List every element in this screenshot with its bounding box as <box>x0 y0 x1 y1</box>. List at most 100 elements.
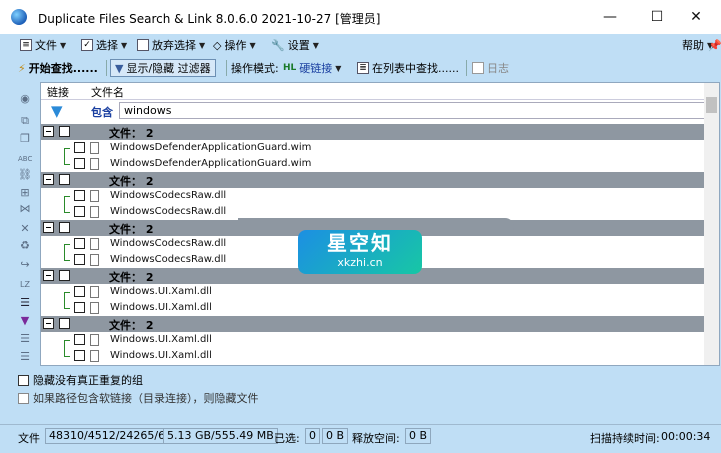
funnel-icon: ▼ <box>51 102 63 120</box>
toggle-filter-label: 显示/隐藏 过滤器 <box>126 62 211 75</box>
col-link-header[interactable]: 链接 <box>47 84 69 100</box>
menu-settings-label: 设置 <box>287 39 310 52</box>
pin-icon[interactable]: 📌 <box>708 37 721 53</box>
menu-file[interactable]: ≡ 文件 ▼ <box>20 37 66 53</box>
list-icon[interactable]: ☰ <box>18 296 32 310</box>
status-free-value: 0 B <box>405 428 432 444</box>
group-label: 文件： 2 <box>109 175 154 188</box>
file-row[interactable]: Windows.UI.Xaml.dll <box>41 300 705 316</box>
file-row[interactable]: WindowsDefenderApplicationGuard.wim <box>41 156 705 172</box>
file-checkbox[interactable] <box>74 302 85 313</box>
menu-deselect[interactable]: 放弃选择 ▼ <box>137 37 205 53</box>
add-copy-icon[interactable]: ⧉ <box>18 114 32 128</box>
group-checkbox[interactable] <box>59 174 70 185</box>
scrollbar-thumb[interactable] <box>706 97 717 113</box>
option-hide-no-real-dup[interactable]: 隐藏没有真正重复的组 <box>18 372 143 388</box>
log-label: 日志 <box>487 62 509 75</box>
status-size-value: 5.13 GB/555.49 MB <box>163 428 278 444</box>
link-icon[interactable]: ⛓ <box>18 168 32 182</box>
dll-file-icon <box>90 190 99 202</box>
filter-input[interactable]: windows <box>119 102 705 119</box>
file-checkbox[interactable] <box>74 350 85 361</box>
file-row[interactable]: WindowsDefenderApplicationGuard.wim <box>41 140 705 157</box>
menu-settings[interactable]: 🔧 设置 ▼ <box>271 37 319 53</box>
file-name: WindowsCodecsRaw.dll <box>110 238 227 249</box>
app-icon <box>11 9 27 25</box>
watermark-logo: 星空知 xkzhi.cn <box>298 230 422 274</box>
toolbar-separator <box>466 60 467 76</box>
file-checkbox[interactable] <box>74 254 85 265</box>
mode-dropdown[interactable]: HL 硬链接 ▼ <box>283 59 341 77</box>
option-hide-soft-links[interactable]: 如果路径包含软链接（目录连接），则隐藏文件 <box>18 390 259 406</box>
group-checkbox[interactable] <box>59 126 70 137</box>
recycle-icon[interactable]: ♻ <box>18 239 32 253</box>
start-search-button[interactable]: ⚡ 开始查找...... <box>18 59 98 77</box>
status-selected-label: 已选: <box>274 432 300 445</box>
delete-x-icon[interactable]: ✕ <box>18 222 32 236</box>
file-checkbox[interactable] <box>74 158 85 169</box>
watermark-url: xkzhi.cn <box>337 256 383 269</box>
file-checkbox[interactable] <box>74 286 85 297</box>
filter-row: ▼ 包含 windows <box>41 100 705 122</box>
sort-icon[interactable]: ☰ <box>18 350 32 364</box>
chevron-down-icon: ▼ <box>60 40 67 50</box>
properties-icon[interactable]: ☰ <box>18 332 32 346</box>
group-checkbox[interactable] <box>59 270 70 281</box>
group-row[interactable]: 文件： 2 <box>41 172 705 188</box>
file-row[interactable]: Windows.UI.Xaml.dll <box>41 332 705 349</box>
file-checkbox[interactable] <box>74 142 85 153</box>
status-selected-size: 0 B <box>322 428 349 444</box>
menu-action[interactable]: ◇ 操作 ▼ <box>213 37 256 53</box>
file-row[interactable]: Windows.UI.Xaml.dll <box>41 348 705 364</box>
grid-header: 链接 文件名 <box>41 83 705 100</box>
collapse-icon[interactable] <box>43 126 54 137</box>
deselect-checkbox-icon <box>137 39 149 51</box>
log-button[interactable]: 日志 <box>472 59 509 77</box>
close-button[interactable]: ✕ <box>676 4 716 30</box>
chevron-down-icon: ▼ <box>249 40 256 50</box>
toggle-filter-button[interactable]: ▼ 显示/隐藏 过滤器 <box>110 59 216 77</box>
collapse-icon[interactable] <box>43 318 54 329</box>
col-filename-header[interactable]: 文件名 <box>91 84 124 100</box>
group-row[interactable]: 文件： 2 <box>41 124 705 140</box>
menu-select[interactable]: ✓ 选择 ▼ <box>81 37 127 53</box>
file-checkbox[interactable] <box>74 190 85 201</box>
link-bracket <box>64 156 70 165</box>
maximize-button[interactable]: ☐ <box>637 4 677 30</box>
hardlink-icon: HL <box>283 63 297 73</box>
minimize-button[interactable]: — <box>590 4 630 30</box>
lz-icon[interactable]: LZ <box>18 278 32 292</box>
group-checkbox[interactable] <box>59 318 70 329</box>
collapse-icon[interactable] <box>43 174 54 185</box>
file-name: WindowsCodecsRaw.dll <box>110 206 227 217</box>
group-row[interactable]: 文件： 2 <box>41 316 705 332</box>
file-icon <box>90 158 99 170</box>
option-checkbox[interactable] <box>18 374 29 386</box>
option-checkbox[interactable] <box>18 392 29 404</box>
group-checkbox[interactable] <box>59 222 70 233</box>
filter-list-icon[interactable]: ▼ <box>18 314 32 328</box>
tree-icon[interactable]: ⊞ <box>18 186 32 200</box>
file-checkbox[interactable] <box>74 206 85 217</box>
copy-icon[interactable]: ❐ <box>18 132 32 146</box>
status-selected-count: 0 <box>305 428 320 444</box>
eye-icon[interactable]: ◉ <box>18 92 32 106</box>
link-bracket <box>64 300 70 309</box>
file-checkbox[interactable] <box>74 334 85 345</box>
dll-file-icon <box>90 238 99 250</box>
collapse-icon[interactable] <box>43 222 54 233</box>
menu-bar: ≡ 文件 ▼ ✓ 选择 ▼ 放弃选择 ▼ ◇ 操作 ▼ 🔧 设置 ▼ 帮助 ▼ … <box>0 34 721 55</box>
file-row[interactable]: Windows.UI.Xaml.dll <box>41 284 705 301</box>
collapse-icon[interactable] <box>43 270 54 281</box>
file-checkbox[interactable] <box>74 238 85 249</box>
status-bar: 文件 48310/4512/24265/6 5.13 GB/555.49 MB … <box>0 424 721 447</box>
abc-icon[interactable]: ABC <box>18 152 32 166</box>
vertical-scrollbar[interactable] <box>704 83 719 365</box>
mode-label: 操作模式: <box>231 62 279 75</box>
file-row[interactable]: WindowsCodecsRaw.dll <box>41 188 705 205</box>
merge-icon[interactable]: ⋈ <box>18 202 32 216</box>
find-in-list-button[interactable]: ≣ 在列表中查找...... <box>357 59 459 77</box>
move-icon[interactable]: ↪ <box>18 258 32 272</box>
find-in-list-label: 在列表中查找...... <box>372 62 459 75</box>
group-label: 文件： 2 <box>109 223 154 236</box>
